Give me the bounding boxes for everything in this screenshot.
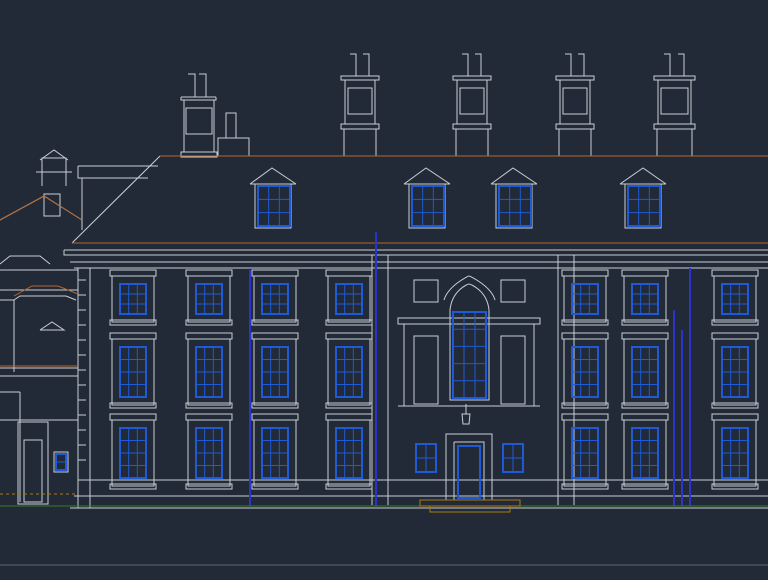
window — [498, 185, 532, 227]
window — [621, 332, 669, 409]
window — [561, 332, 609, 409]
window — [325, 332, 373, 409]
window — [711, 269, 759, 326]
window — [711, 413, 759, 490]
window — [561, 269, 609, 326]
window — [711, 332, 759, 409]
window — [109, 413, 157, 490]
window — [251, 413, 299, 490]
window — [109, 332, 157, 409]
window — [257, 185, 291, 227]
window — [109, 269, 157, 326]
window — [55, 453, 67, 471]
window — [411, 185, 445, 227]
window — [185, 332, 233, 409]
window — [561, 413, 609, 490]
entrance-steps — [419, 499, 521, 513]
elevation-drawing — [0, 53, 768, 566]
main-roof — [63, 155, 768, 256]
window — [415, 443, 437, 473]
chimney-stacks — [180, 53, 696, 158]
window — [502, 443, 524, 473]
window — [325, 413, 373, 490]
window — [457, 445, 481, 499]
window — [185, 269, 233, 326]
window — [621, 269, 669, 326]
windows — [55, 185, 759, 499]
window — [627, 185, 661, 227]
window — [621, 413, 669, 490]
roof-edge-lines — [0, 155, 768, 367]
left-wing — [0, 149, 83, 505]
window — [251, 332, 299, 409]
window — [452, 311, 487, 399]
window — [325, 269, 373, 326]
window — [251, 269, 299, 326]
window — [185, 413, 233, 490]
cad-viewport[interactable] — [0, 0, 768, 576]
